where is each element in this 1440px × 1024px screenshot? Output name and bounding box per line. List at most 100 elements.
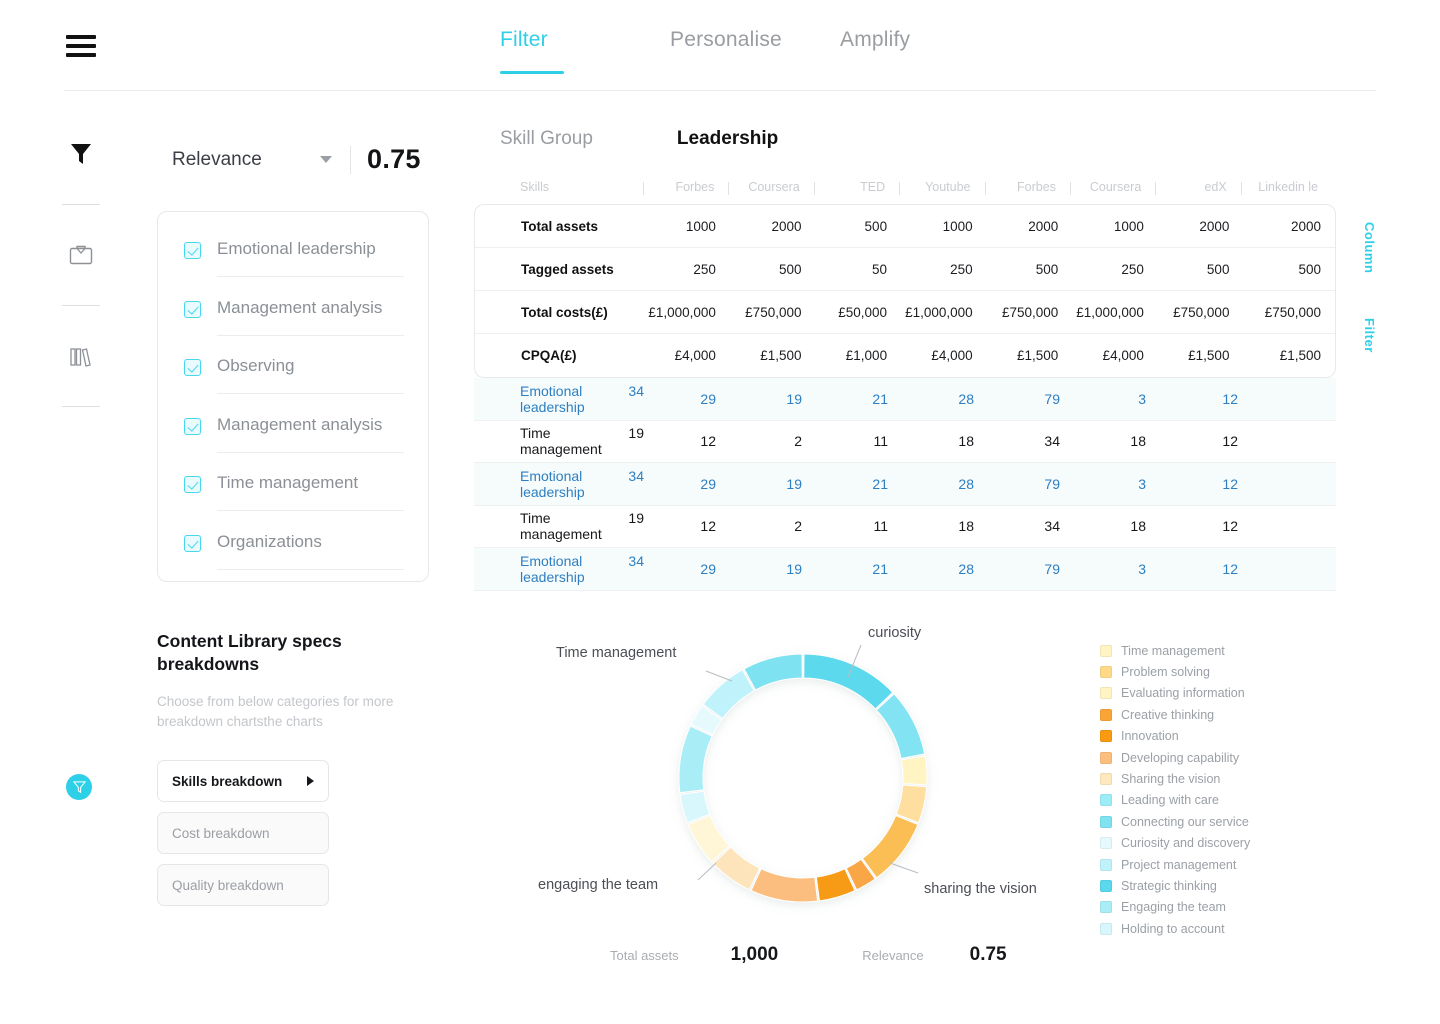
side-tab-column[interactable]: Column: [1362, 222, 1377, 273]
donut-segment[interactable]: [861, 814, 919, 879]
legend-item[interactable]: Project management: [1100, 854, 1250, 875]
table-column-header[interactable]: TED: [813, 180, 899, 195]
table-cell: 500: [864, 218, 888, 234]
table-cell: £750,000: [1001, 304, 1059, 320]
checkbox-checked-icon[interactable]: [184, 476, 201, 494]
table-cell: £4,000: [1102, 348, 1144, 363]
filter-row-divider: [217, 451, 404, 453]
table-cell: 500: [1035, 261, 1059, 277]
relevance-divider: [350, 145, 351, 174]
checkbox-checked-icon[interactable]: [184, 300, 201, 318]
skills-breakdown-button[interactable]: Skills breakdown: [157, 760, 329, 802]
donut-segment[interactable]: [900, 755, 928, 786]
rail-briefcase-icon[interactable]: [60, 229, 102, 281]
table-cell: 3: [1138, 390, 1146, 407]
legend-item[interactable]: Evaluating information: [1100, 683, 1250, 704]
tab-amplify[interactable]: Amplify: [840, 28, 1010, 74]
donut-segment[interactable]: [803, 653, 894, 710]
legend-color-swatch: [1100, 922, 1112, 935]
tab-filter[interactable]: Filter: [500, 28, 670, 74]
legend-item[interactable]: Leading with care: [1100, 790, 1250, 811]
tab-personalise[interactable]: Personalise: [670, 28, 840, 74]
content-library-funnel-button[interactable]: [66, 774, 92, 800]
table-row[interactable]: Time management 19 12 2 11 18 34 18 12: [474, 506, 1336, 548]
table-cell: 18: [958, 433, 974, 450]
stat-value-relevance: 0.75: [969, 944, 1007, 965]
table-cell: £50,000: [838, 304, 888, 320]
rail-funnel-icon[interactable]: [60, 128, 102, 180]
filter-row-divider: [217, 334, 404, 336]
table-cell: 21: [872, 390, 888, 407]
filter-row[interactable]: Time management: [158, 460, 428, 519]
table-row-label: Emotional leadership: [520, 382, 585, 415]
donut-segment[interactable]: [750, 868, 819, 903]
table-column-header[interactable]: Linkedin le: [1240, 180, 1332, 195]
funnel-icon: [72, 781, 86, 794]
table-column-header[interactable]: Coursera: [1069, 180, 1155, 195]
skill-group-value[interactable]: Leadership: [677, 128, 778, 150]
legend-item[interactable]: Time management: [1100, 640, 1250, 661]
hamburger-menu-icon[interactable]: [66, 35, 96, 57]
table-cell: 18: [1130, 433, 1146, 450]
table-column-header[interactable]: Forbes: [642, 180, 728, 195]
legend-item[interactable]: Creative thinking: [1100, 704, 1250, 725]
table-column-header[interactable]: Skills: [474, 180, 643, 194]
donut-segment[interactable]: [702, 669, 755, 720]
checkbox-checked-icon[interactable]: [184, 242, 201, 259]
chevron-down-icon[interactable]: [320, 156, 332, 163]
filter-row[interactable]: Observing: [158, 343, 428, 402]
legend-item[interactable]: Developing capability: [1100, 747, 1250, 768]
donut-segment[interactable]: [875, 693, 926, 760]
table-cell: 500: [778, 261, 802, 277]
table-cell: £1,500: [1016, 348, 1059, 363]
skill-group-header: Skill Group Leadership: [500, 128, 778, 150]
rail-books-icon[interactable]: [60, 330, 102, 382]
filter-row[interactable]: Management analysis: [158, 285, 428, 344]
table-row: Tagged assets 250 500 50 250 500 250 500 500: [475, 248, 1335, 291]
legend-color-swatch: [1100, 773, 1112, 786]
table-cell: 19: [628, 425, 644, 442]
checkbox-checked-icon[interactable]: [184, 417, 201, 435]
rail-divider-1: [62, 204, 100, 205]
legend-item[interactable]: Strategic thinking: [1100, 875, 1250, 896]
quality-breakdown-button[interactable]: Quality breakdown: [157, 864, 329, 906]
table-cell: 34: [1044, 518, 1060, 535]
checkbox-checked-icon[interactable]: [184, 534, 201, 552]
legend-color-swatch: [1100, 687, 1112, 700]
legend-label: Developing capability: [1121, 750, 1240, 765]
books-icon: [70, 348, 91, 367]
donut-segment[interactable]: [743, 653, 803, 691]
table-column-header[interactable]: Forbes: [984, 180, 1070, 195]
table-row[interactable]: Emotional leadership 34 29 19 21 28 79 3 12: [474, 548, 1336, 591]
donut-segment[interactable]: [678, 725, 713, 794]
filter-row[interactable]: Emotional leadership: [158, 226, 428, 285]
legend-color-swatch: [1100, 666, 1112, 679]
legend-item[interactable]: Engaging the team: [1100, 897, 1250, 918]
table-column-header[interactable]: edX: [1155, 180, 1240, 195]
relevance-label: Relevance: [172, 148, 262, 170]
checkbox-checked-icon[interactable]: [184, 359, 201, 377]
legend-item[interactable]: Problem solving: [1100, 661, 1250, 682]
filter-label: Emotional leadership: [217, 239, 376, 258]
filter-row[interactable]: Organizations: [158, 519, 428, 578]
table-row[interactable]: Time management 19 12 2 11 18 34 18 12: [474, 421, 1336, 463]
table-column-header[interactable]: Coursera: [728, 180, 813, 195]
table-cell: 1000: [942, 218, 973, 234]
legend-item[interactable]: Innovation: [1100, 726, 1250, 747]
table-row[interactable]: Emotional leadership 34 29 19 21 28 79 3 12: [474, 463, 1336, 506]
legend-item[interactable]: Connecting our service: [1100, 811, 1250, 832]
main-tabs: Filter Personalise Amplify: [500, 28, 1010, 74]
legend-label: Curiosity and discovery: [1121, 836, 1251, 851]
table-cell: 79: [1044, 475, 1060, 492]
legend-item[interactable]: Curiosity and discovery: [1100, 833, 1250, 854]
table-row[interactable]: Emotional leadership 34 29 19 21 28 79 3 12: [474, 378, 1336, 421]
table-column-header[interactable]: Youtube: [899, 180, 984, 195]
cost-breakdown-button[interactable]: Cost breakdown: [157, 812, 329, 854]
side-tab-filter[interactable]: Filter: [1362, 318, 1377, 353]
table-cell: £4,000: [931, 348, 973, 363]
legend-item[interactable]: Holding to account: [1100, 918, 1250, 939]
legend-item[interactable]: Sharing the vision: [1100, 768, 1250, 789]
filter-row[interactable]: Management analysis: [158, 402, 428, 461]
filter-label: Observing: [217, 356, 295, 376]
table-cell: £4,000: [674, 348, 716, 363]
